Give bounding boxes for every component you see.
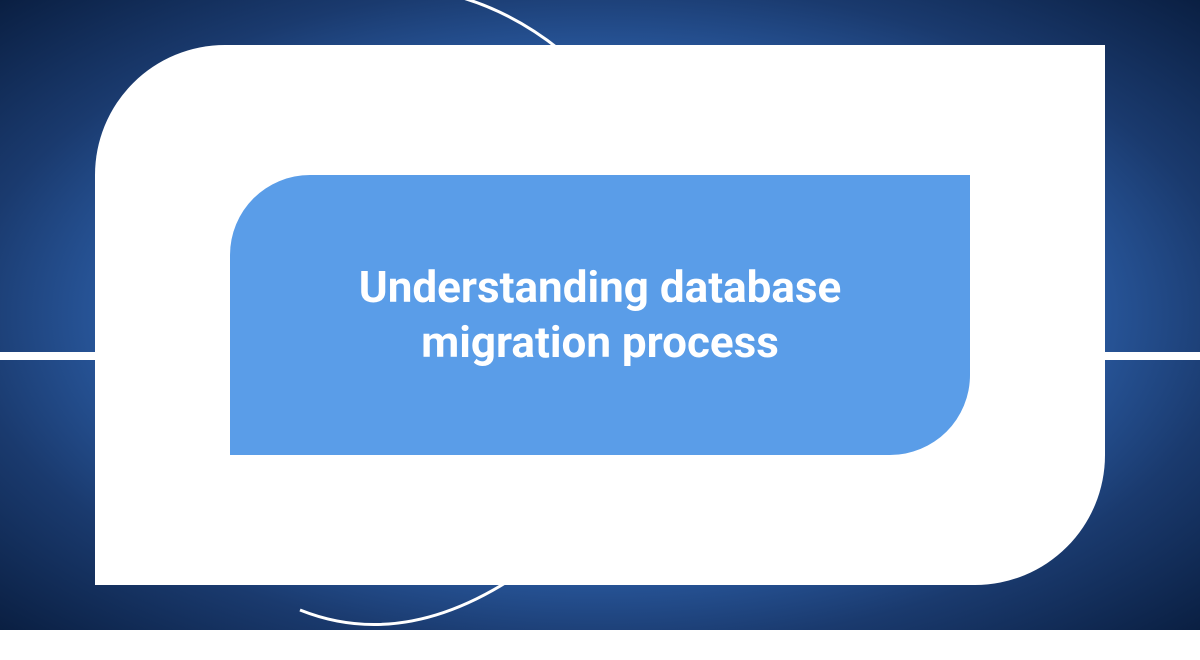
banner-title: Understanding database migration process	[270, 260, 930, 370]
inner-title-panel: Understanding database migration process	[230, 175, 970, 455]
